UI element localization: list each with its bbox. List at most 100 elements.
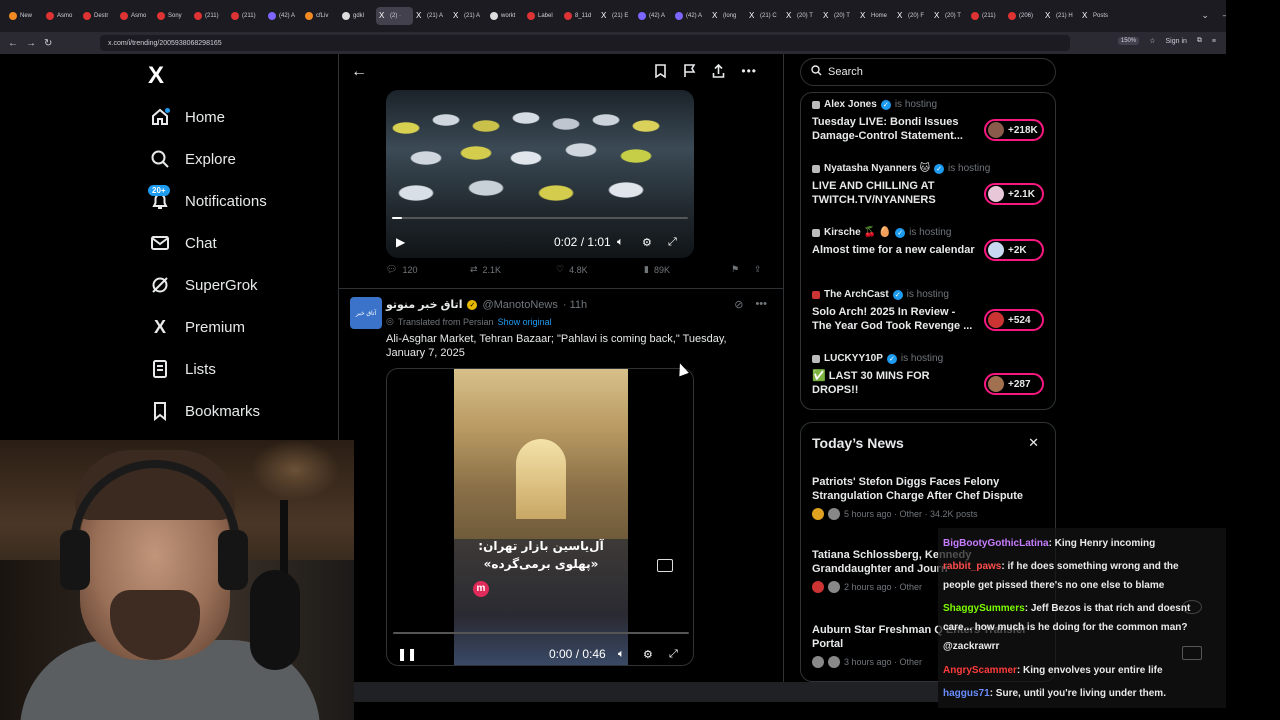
nav-item-chat[interactable]: Chat [150,222,267,264]
browser-tab[interactable]: Sony [154,7,191,25]
address-bar[interactable]: x.com/i/trending/2005938068298165 [100,35,1070,51]
browser-tab[interactable]: X Posts [1079,7,1116,25]
settings-icon[interactable]: ⚙ [642,236,652,249]
star-icon[interactable]: ☆ [1149,37,1155,45]
volume-icon[interactable]: 🔈︎ [618,648,625,661]
browser-tab[interactable]: X (20) F [894,7,931,25]
nav-item-premium[interactable]: X Premium [150,306,267,348]
live-item[interactable]: The ArchCast ✓ is hosting Solo Arch! 2025 … [812,289,1052,333]
reload-icon[interactable]: ↻ [44,38,54,49]
browser-tab[interactable]: X (20) T [931,7,968,25]
browser-tab[interactable]: X (21) A [450,7,487,25]
pause-icon[interactable]: ❚❚ [397,647,417,661]
avatar[interactable]: آتاق خبر [350,297,382,329]
browser-tab[interactable]: (211) [191,7,228,25]
video-player[interactable]: ▶ 0:02 / 1:01 🔈︎ ⚙ ⤢ [386,90,694,258]
browser-tab[interactable]: New [6,7,43,25]
nav-item-notifications[interactable]: 20+ Notifications [148,180,267,222]
browser-tab[interactable]: (42) A [265,7,302,25]
zoom-level[interactable]: 150% [1117,37,1140,45]
views-button[interactable]: ▮ 89K [644,264,670,275]
author-name[interactable]: اتاق خبر منوتو [386,298,462,311]
video-progress-bar[interactable] [393,632,689,634]
live-item[interactable]: Alex Jones ✓ is hosting Tuesday LIVE: Bond… [812,99,1052,143]
browser-tab[interactable]: cfLiv [302,7,339,25]
browser-tab[interactable]: Asmo [43,7,80,25]
video-controls: ▶ 0:02 / 1:01 🔈︎ ⚙ ⤢ [386,230,694,254]
settings-icon[interactable]: ⚙ [643,648,653,661]
author-handle[interactable]: @ManotoNews [482,299,557,311]
video-progress-bar[interactable] [392,217,688,219]
nav-item-bookmarks[interactable]: Bookmarks [150,390,267,432]
live-item[interactable]: Nyatasha Nyanners 🐱 ✓ is hosting LIVE AND … [812,163,1052,207]
show-original-link[interactable]: Show original [498,317,552,327]
nav-item-supergrok[interactable]: SuperGrok [150,264,267,306]
menu-icon[interactable]: ≡ [1212,38,1216,45]
back-arrow-icon[interactable]: ← [351,63,367,81]
grok-icon[interactable]: ⊘ [734,298,743,311]
live-item[interactable]: LUCKYY10P ✓ is hosting ✅ LAST 30 MINS FOR … [812,353,1052,397]
browser-tab[interactable]: X Home [857,7,894,25]
live-listeners-pill[interactable]: +2.1K [984,183,1044,205]
browser-tab[interactable]: X (21) C [746,7,783,25]
reply-button[interactable]: 💬︎ 120 [386,264,417,275]
browser-tab[interactable]: X (20) T [820,7,857,25]
more-icon[interactable]: ••• [741,64,757,83]
nav-label: Notifications [185,192,267,210]
browser-tab[interactable]: X (21) H [1042,7,1079,25]
flag-icon[interactable] [683,64,696,83]
nav-item-home[interactable]: Home [150,96,267,138]
nav-item-explore[interactable]: Explore [150,138,267,180]
browser-tab[interactable]: gdkl [339,7,376,25]
share-icon[interactable] [712,63,725,83]
browser-tab[interactable]: workt [487,7,524,25]
nav-item-lists[interactable]: Lists [150,348,267,390]
live-item[interactable]: Kirsche 🍒 🥚 ✓ is hosting Almost time for a… [812,227,1052,261]
browser-tab[interactable]: (206) [1005,7,1042,25]
live-listeners-pill[interactable]: +524 [984,309,1044,331]
video-player[interactable]: آل‌یاسین بازار تهران: «پهلوی برمی‌گرده» … [386,368,694,666]
browser-tab[interactable]: Destr [80,7,117,25]
live-listeners-pill[interactable]: +218K [984,119,1044,141]
browser-tab[interactable]: X (long [709,7,746,25]
bookmark-icon[interactable] [654,64,667,83]
tab-label: (21) A [427,13,444,19]
fullscreen-icon[interactable]: ⤢ [669,648,678,661]
live-listeners-pill[interactable]: +2K [984,239,1044,261]
browser-tab[interactable]: Asmo [117,7,154,25]
bookmark-icon[interactable]: ⚑ [731,264,739,275]
browser-tab[interactable]: X (2) · [376,7,413,25]
tab-label: (20) F [908,13,925,19]
browser-tab[interactable]: X (20) T [783,7,820,25]
browser-tab[interactable]: 8_11d [561,7,598,25]
tab-list-icon[interactable]: ⌄ [1201,10,1209,21]
listener-count: +218K [1008,124,1038,136]
more-icon[interactable]: ••• [755,298,767,311]
news-item[interactable]: Patriots' Stefon Diggs Faces Felony Stra… [812,475,1047,520]
browser-tab[interactable]: (211) [968,7,1005,25]
live-listeners-pill[interactable]: +287 [984,373,1044,395]
repost-button[interactable]: ⇄ 2.1K [470,264,501,275]
forward-icon[interactable]: → [26,38,36,49]
browser-tab[interactable]: (211) [228,7,265,25]
picture-in-picture-icon[interactable] [657,559,673,572]
volume-icon[interactable]: 🔈︎ [617,236,624,249]
browser-tab[interactable]: (42) A [672,7,709,25]
post-metrics: 💬︎ 120 ⇄ 2.1K ♡ 4.8K ▮ 89K ⚑ ⇪ [386,264,766,280]
back-icon[interactable]: ← [8,38,18,49]
browser-tab[interactable]: X (21) E [598,7,635,25]
browser-tab[interactable]: (42) A [635,7,672,25]
extensions-icon[interactable]: ⧉ [1197,37,1202,45]
tab-label: (20) T [834,13,850,19]
search-input[interactable]: Search [800,58,1056,86]
like-button[interactable]: ♡ 4.8K [556,264,588,275]
browser-tab[interactable]: Label [524,7,561,25]
header-actions: ••• [654,63,757,83]
x-logo[interactable]: X [148,62,164,90]
play-icon[interactable]: ▶ [396,235,405,249]
sign-in-button[interactable]: Sign in [1166,38,1187,45]
fullscreen-icon[interactable]: ⤢ [668,236,677,249]
close-icon[interactable]: ✕ [1028,435,1039,451]
share-icon[interactable]: ⇪ [754,264,762,275]
browser-tab[interactable]: X (21) A [413,7,450,25]
